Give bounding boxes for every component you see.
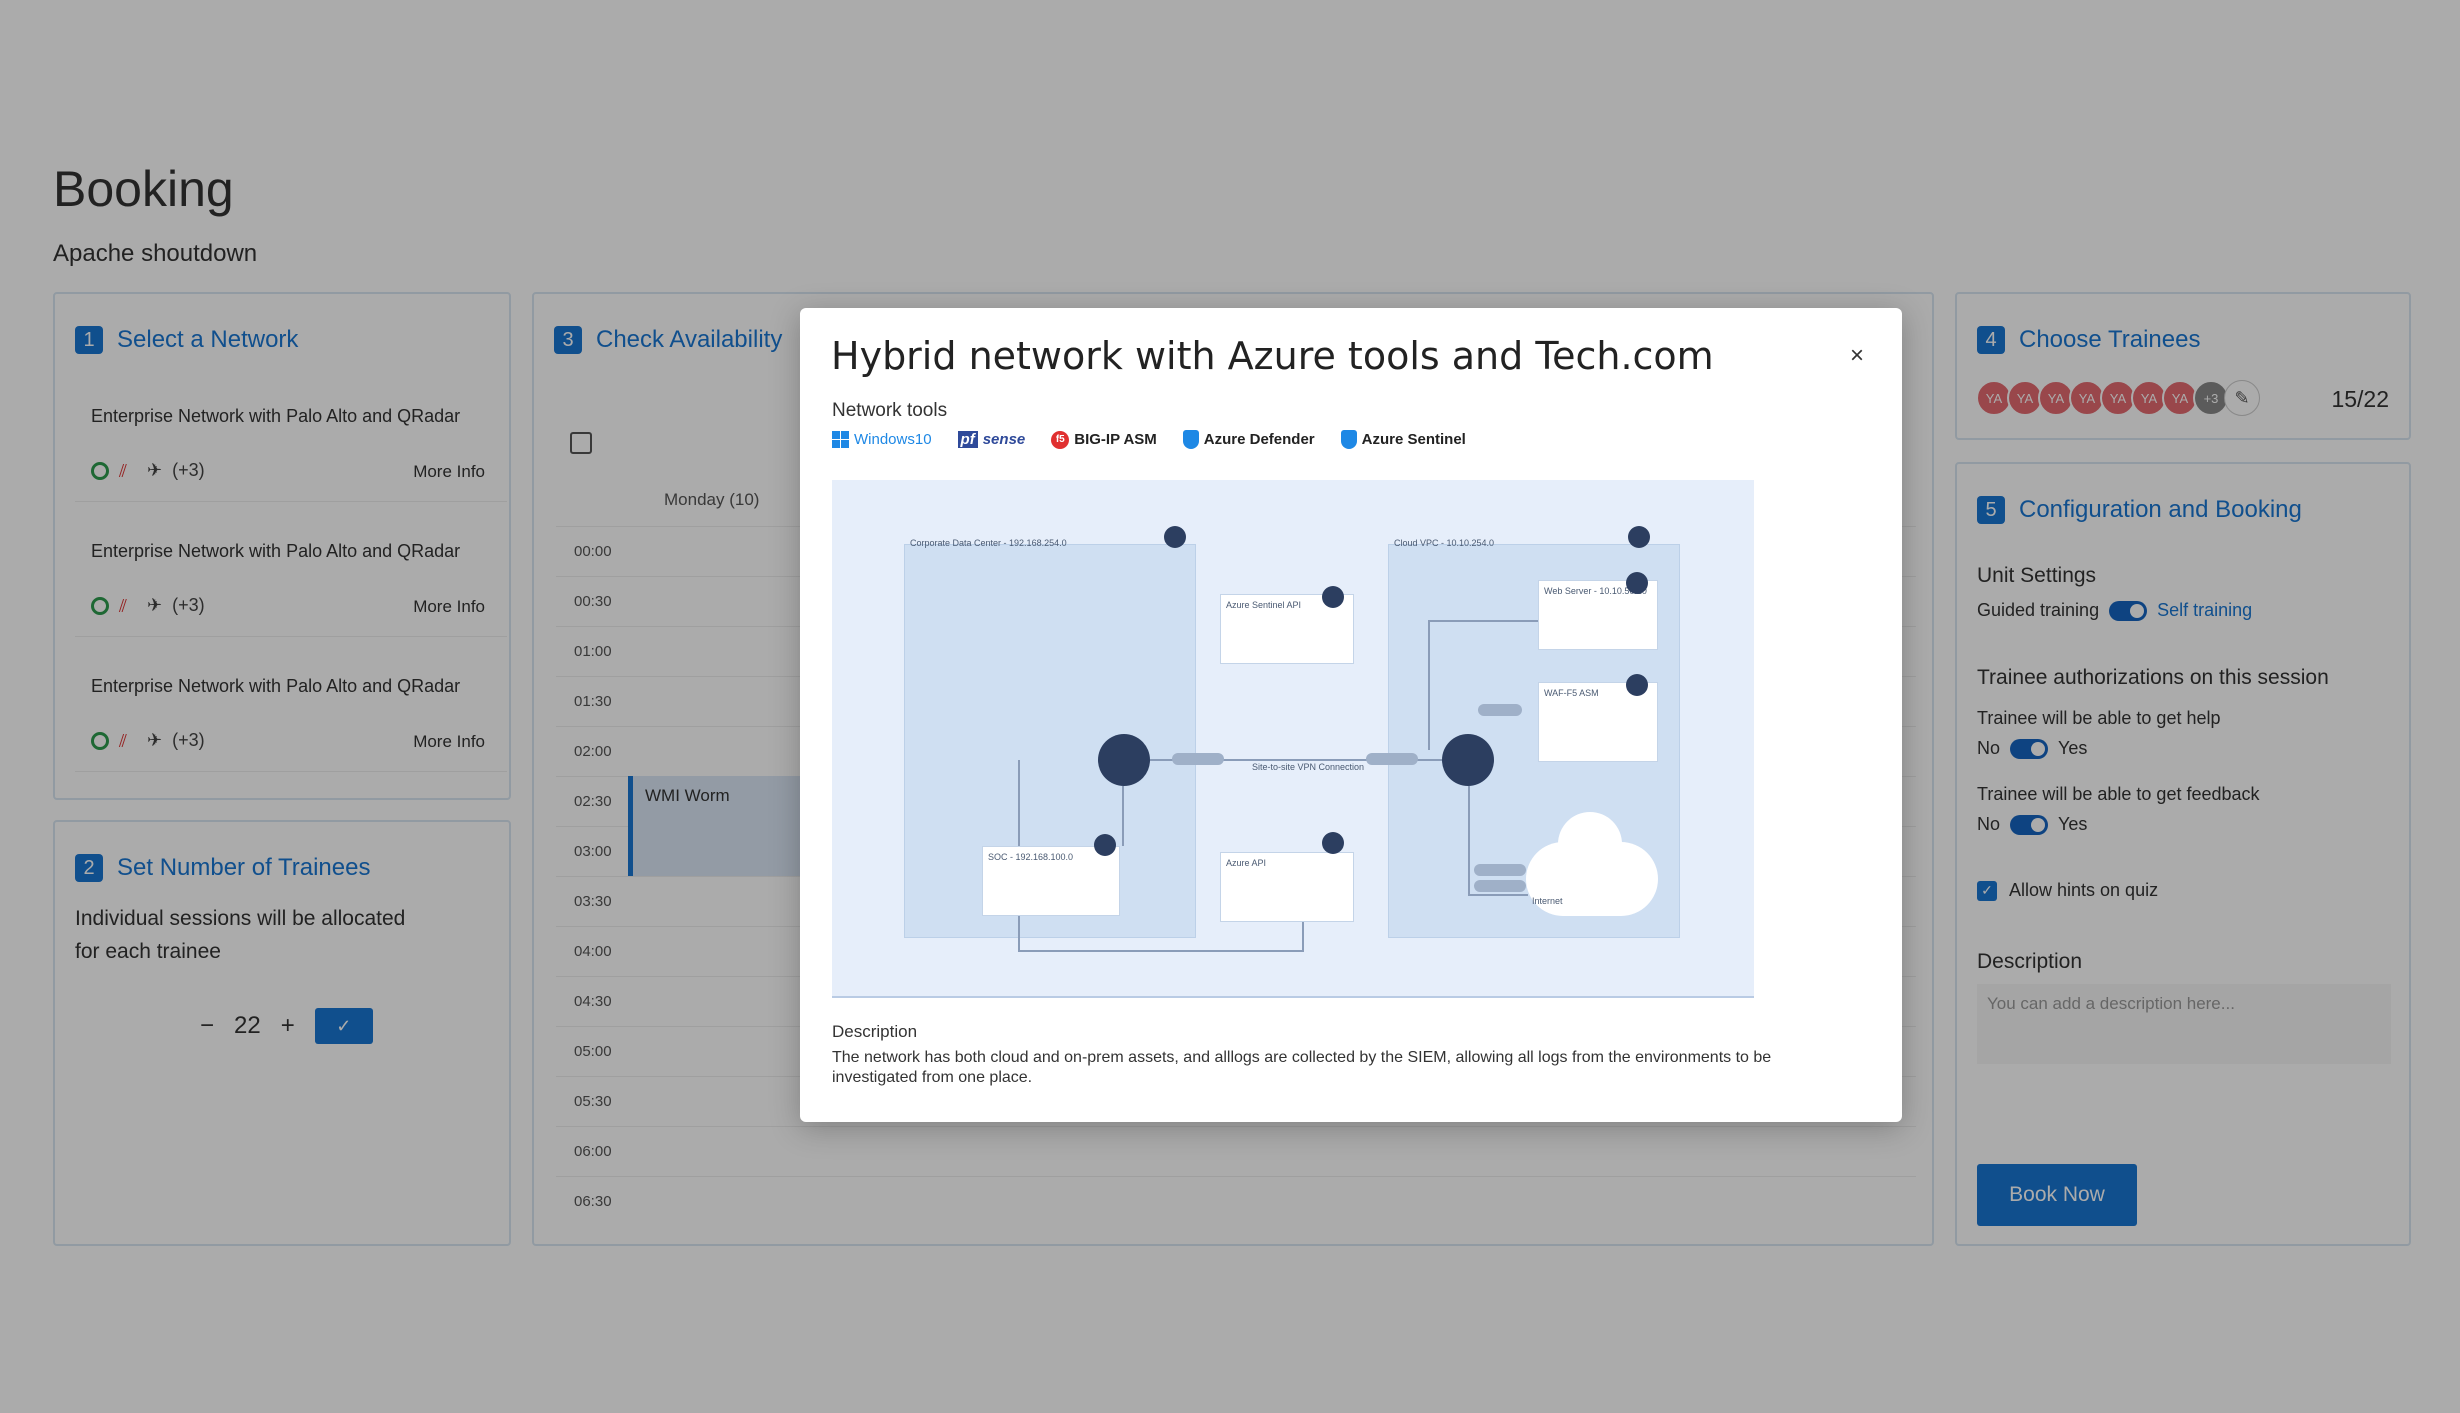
vpn-label: Site-to-site VPN Connection [1252, 762, 1365, 772]
shield-icon [1182, 430, 1199, 449]
link-line [1122, 786, 1124, 846]
link-line [1428, 620, 1538, 622]
network-tools-list: Windows10 pf sense f5 BIG-IP ASM Azure D… [832, 430, 1466, 449]
link-line [1428, 620, 1430, 750]
link-line [1018, 950, 1302, 952]
link-tag [1474, 864, 1526, 876]
tool-name: Azure Defender [1203, 431, 1315, 448]
f5-icon: f5 [1051, 430, 1070, 449]
modal-description-label: Description [832, 1022, 918, 1041]
internet-label: Internet [1532, 896, 1563, 906]
tool-name: Azure Sentinel [1361, 431, 1466, 448]
azure-api-label: Azure API [1226, 858, 1267, 868]
tool-azure-defender: Azure Defender [1182, 430, 1315, 449]
network-diagram: Corporate Data Center - 192.168.254.0 Cl… [832, 480, 1754, 998]
cloud-label: Cloud VPC - 10.10.254.0 [1394, 538, 1495, 548]
tool-name: Windows10 [854, 431, 932, 448]
tool-name: BIG-IP ASM [1074, 431, 1157, 448]
onprem-label: Corporate Data Center - 192.168.254.0 [910, 538, 1067, 548]
close-icon[interactable]: × [1850, 342, 1864, 370]
waf-icon [1626, 674, 1648, 696]
tool-azure-sentinel: Azure Sentinel [1340, 430, 1466, 449]
link-tag [1474, 880, 1526, 892]
link-line [1468, 894, 1528, 896]
pfsense-logo: pf [957, 431, 978, 448]
onprem-firewall-node [1098, 734, 1150, 786]
sentinel-api-label: Azure Sentinel API [1226, 600, 1302, 610]
waf-label: WAF-F5 ASM [1544, 688, 1599, 698]
link-line [1018, 916, 1020, 950]
server-icon [1626, 572, 1648, 594]
cloud-firewall-node [1442, 734, 1494, 786]
link-tag [1478, 704, 1522, 716]
tool-name: sense [982, 431, 1026, 448]
internet-cloud-top [1558, 812, 1622, 876]
soc-label: SOC - 192.168.100.0 [988, 852, 1074, 862]
cloud-icon [1322, 586, 1344, 608]
link-line [1018, 760, 1020, 846]
link-line [1302, 922, 1304, 952]
shield-icon [1340, 430, 1357, 449]
link-line [1468, 786, 1470, 896]
vpn-tag [1366, 753, 1418, 765]
cloud-icon [1322, 832, 1344, 854]
modal-description: The network has both cloud and on-prem a… [832, 1049, 1772, 1086]
network-info-modal: Hybrid network with Azure tools and Tech… [800, 308, 1902, 1122]
cloud-icon [1628, 526, 1650, 548]
windows-icon [832, 431, 849, 448]
vpn-tag [1172, 753, 1224, 765]
datacenter-icon [1164, 526, 1186, 548]
tool-bigip: f5 BIG-IP ASM [1051, 430, 1157, 449]
tool-pfsense: pf sense [957, 431, 1026, 448]
network-tools-label: Network tools [832, 400, 948, 421]
soc-icon [1094, 834, 1116, 856]
modal-title: Hybrid network with Azure tools and Tech… [831, 334, 1714, 378]
tool-windows10: Windows10 [832, 431, 932, 448]
